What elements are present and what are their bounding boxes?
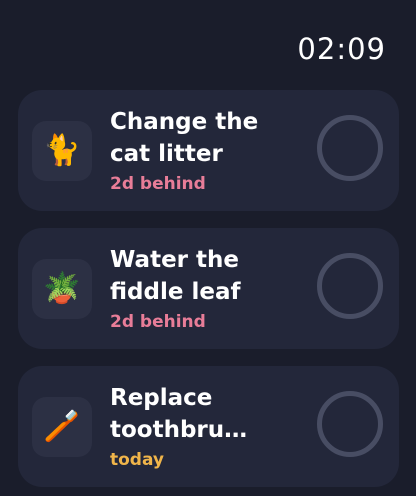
watch-screen: 02:09 🐈 Change the cat litter 2d behind … (0, 0, 416, 496)
toothbrush-icon: 🪥 (32, 397, 92, 457)
task-title: Change the cat litter (110, 109, 259, 167)
potted-plant-icon: 🪴 (32, 259, 92, 319)
complete-task-button[interactable] (317, 253, 383, 319)
task-status: 2d behind (110, 174, 206, 194)
complete-task-button[interactable] (317, 391, 383, 457)
clock-time: 02:09 (297, 32, 386, 66)
task-card-fiddle-leaf[interactable]: 🪴 Water the fiddle leaf 2d behind (18, 228, 399, 349)
task-text: Replace toothbru… today (110, 382, 300, 472)
task-title: Replace toothbru… (110, 385, 248, 443)
task-text: Water the fiddle leaf 2d behind (110, 244, 300, 334)
task-text: Change the cat litter 2d behind (110, 106, 300, 196)
cat-icon: 🐈 (32, 121, 92, 181)
task-card-toothbrush[interactable]: 🪥 Replace toothbru… today (18, 366, 399, 487)
task-card-cat-litter[interactable]: 🐈 Change the cat litter 2d behind (18, 90, 399, 211)
task-status: 2d behind (110, 312, 206, 332)
task-title: Water the fiddle leaf (110, 247, 241, 305)
complete-task-button[interactable] (317, 115, 383, 181)
task-status: today (110, 450, 165, 470)
